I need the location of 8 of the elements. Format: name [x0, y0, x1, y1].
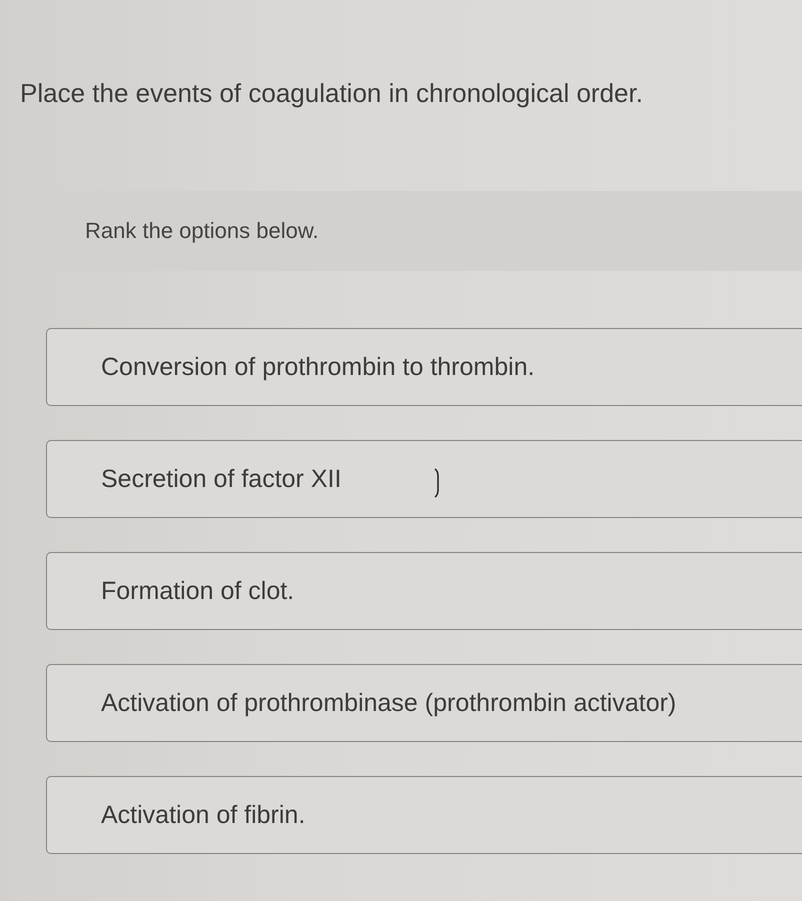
question-text: Place the events of coagulation in chronological order. — [20, 78, 643, 108]
rank-option[interactable]: Secretion of factor XII — [46, 440, 802, 518]
rank-option[interactable]: Formation of clot. — [46, 552, 802, 630]
rank-option[interactable]: Activation of prothrombinase (prothrombin activator) — [46, 664, 802, 742]
instruction-text: Rank the options below. — [85, 218, 319, 244]
rank-option[interactable]: Activation of fibrin. — [46, 776, 802, 854]
rank-option[interactable]: Conversion of prothrombin to thrombin. — [46, 328, 802, 406]
text-cursor-icon — [433, 468, 441, 498]
